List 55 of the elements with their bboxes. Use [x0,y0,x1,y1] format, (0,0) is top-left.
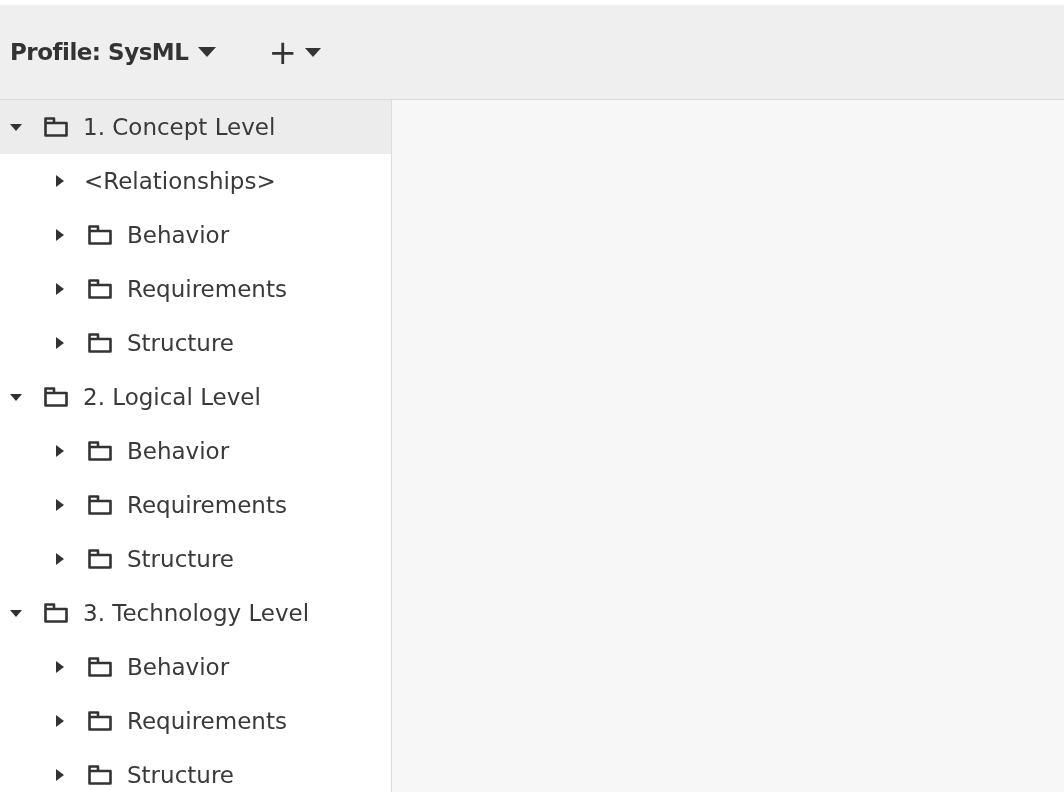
folder-icon [88,441,112,461]
tree-item[interactable]: Behavior [0,424,391,478]
profile-dropdown[interactable]: Profile: SysML [10,35,217,69]
folder-icon [88,495,112,515]
tree-item-label: Behavior [127,438,230,464]
collapsed-arrow-icon[interactable] [54,661,66,673]
tree-item-label: Behavior [127,654,230,680]
tree-item[interactable]: Requirements [0,478,391,532]
tree-item[interactable]: 3. Technology Level [0,586,391,640]
collapsed-arrow-icon[interactable] [54,337,66,349]
collapsed-arrow-icon[interactable] [54,499,66,511]
caret-icon [198,47,217,57]
tree-item[interactable]: Structure [0,748,391,792]
collapsed-arrow-icon[interactable] [54,229,66,241]
folder-icon [88,549,112,569]
tree-item-label: 1. Concept Level [83,114,276,140]
add-button[interactable]: + [268,32,321,72]
folder-icon [88,711,112,731]
caret-icon [304,47,321,57]
expanded-arrow-icon[interactable] [10,391,22,403]
tree-item-label: 2. Logical Level [83,384,261,410]
tree-item[interactable]: Behavior [0,640,391,694]
collapsed-arrow-icon[interactable] [54,715,66,727]
folder-icon [88,657,112,677]
collapsed-arrow-icon[interactable] [54,553,66,565]
tree-item-label: Requirements [127,492,287,518]
tree-item-label: <Relationships> [84,168,276,194]
tree-item[interactable]: <Relationships> [0,154,391,208]
tree-item-label: Requirements [127,708,287,734]
collapsed-arrow-icon[interactable] [54,175,66,187]
expanded-arrow-icon[interactable] [10,607,22,619]
tree-item-label: Requirements [127,276,287,302]
folder-icon [44,603,68,623]
folder-icon [44,117,68,137]
tree-item[interactable]: 2. Logical Level [0,370,391,424]
folder-icon [88,279,112,299]
collapsed-arrow-icon[interactable] [54,283,66,295]
tree-item-label: Structure [127,546,234,572]
tree-item-label: 3. Technology Level [83,600,310,626]
tree-item[interactable]: Behavior [0,208,391,262]
tree-item[interactable]: Structure [0,532,391,586]
collapsed-arrow-icon[interactable] [54,769,66,781]
folder-icon [88,333,112,353]
tree-item-label: Behavior [127,222,230,248]
tree-item-label: Structure [127,330,234,356]
tree-item[interactable]: Requirements [0,262,391,316]
folder-icon [88,225,112,245]
collapsed-arrow-icon[interactable] [54,445,66,457]
tree-item[interactable]: Requirements [0,694,391,748]
expanded-arrow-icon[interactable] [10,121,22,133]
tree-item-label: Structure [127,762,234,788]
folder-icon [44,387,68,407]
tree-item[interactable]: 1. Concept Level [0,100,391,154]
tree-item[interactable]: Structure [0,316,391,370]
folder-icon [88,765,112,785]
